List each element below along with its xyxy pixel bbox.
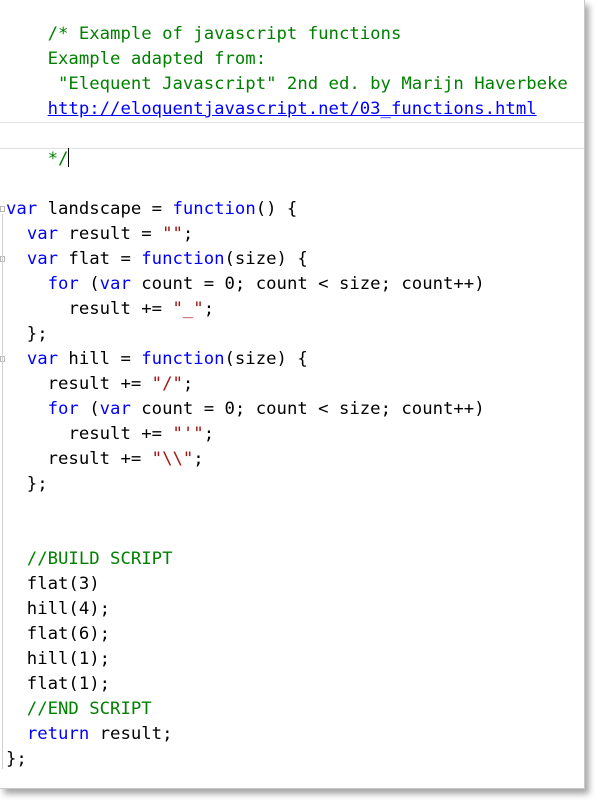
- code-line-flat-close[interactable]: };: [6, 322, 48, 347]
- code-line-6[interactable]: */: [6, 122, 70, 169]
- identifier: hill =: [58, 349, 142, 369]
- semicolon: ;: [193, 449, 204, 469]
- statement: result +=: [47, 374, 152, 394]
- code-line-hill-3[interactable]: result += "\\";: [6, 447, 204, 472]
- code-line-3[interactable]: "Elequent Javascript" 2nd ed. by Marijn …: [6, 47, 568, 94]
- code-line-4[interactable]: http://eloquentjavascript.net/03_functio…: [6, 72, 537, 119]
- code-line-hill-1[interactable]: result += "/";: [6, 372, 194, 397]
- close-brace: };: [6, 474, 48, 494]
- function-call: hill(1);: [6, 649, 111, 669]
- function-call: flat(3): [6, 574, 100, 594]
- params: (size) {: [224, 249, 308, 269]
- current-line-highlight: [0, 122, 584, 149]
- function-call: hill(4);: [6, 599, 111, 619]
- keyword-function: function: [141, 249, 225, 269]
- code-line-hill-for[interactable]: for (var count = 0; count < size; count+…: [6, 397, 485, 422]
- keyword-for: for: [47, 399, 79, 419]
- code-line-flat-for[interactable]: for (var count = 0; count < size; count+…: [6, 272, 485, 297]
- params: (size) {: [224, 349, 308, 369]
- function-call: flat(6);: [6, 624, 111, 644]
- params: () {: [255, 199, 298, 219]
- identifier: result =: [58, 224, 163, 244]
- code-line-call-3[interactable]: flat(6);: [6, 622, 110, 647]
- code-editor[interactable]: /* Example of javascript functions Examp…: [0, 0, 585, 789]
- semicolon: ;: [182, 374, 194, 394]
- comment-text: //BUILD SCRIPT: [6, 549, 173, 569]
- code-line-result-decl[interactable]: var result = "";: [6, 222, 193, 247]
- function-call: flat(1);: [6, 674, 111, 694]
- code-line-end-comment[interactable]: //END SCRIPT: [6, 697, 152, 722]
- keyword-var: var: [26, 249, 59, 269]
- code-line-flat-body[interactable]: result += "_";: [6, 297, 214, 322]
- code-line-hill-body[interactable]: result += "'";: [6, 422, 214, 447]
- code-line-call-1[interactable]: flat(3): [6, 572, 100, 597]
- code-line-build-comment[interactable]: //BUILD SCRIPT: [6, 547, 173, 572]
- paren: (: [78, 274, 100, 294]
- code-line-return[interactable]: return result;: [6, 722, 173, 747]
- close-brace: };: [6, 324, 48, 344]
- keyword-var: var: [99, 399, 131, 419]
- semicolon: ;: [182, 224, 194, 244]
- code-line-hill-close[interactable]: };: [6, 472, 48, 497]
- keyword-var: var: [26, 349, 59, 369]
- code-line-final-close[interactable]: };: [6, 747, 27, 772]
- close-brace: };: [6, 749, 27, 769]
- loop-body: count = 0; count < size; count++): [130, 274, 485, 294]
- keyword-function: function: [141, 349, 225, 369]
- paren: (: [78, 399, 100, 419]
- code-line-call-5[interactable]: flat(1);: [6, 672, 110, 697]
- text-caret: [68, 148, 70, 167]
- comment-text: //END SCRIPT: [6, 699, 152, 719]
- code-line-call-2[interactable]: hill(4);: [6, 597, 110, 622]
- code-line-2[interactable]: Example adapted from:: [6, 22, 267, 69]
- comment-close: */: [47, 149, 69, 169]
- loop-body: count = 0; count < size; count++): [130, 399, 485, 419]
- fold-marker-landscape[interactable]: [0, 206, 5, 212]
- keyword-function: function: [172, 199, 256, 219]
- keyword-var: var: [6, 199, 38, 219]
- string-literal: "": [162, 224, 183, 244]
- string-literal: "\\": [151, 449, 194, 469]
- keyword-return: return: [26, 724, 90, 744]
- identifier: landscape =: [37, 199, 173, 219]
- statement: result +=: [47, 449, 152, 469]
- return-value: result;: [89, 724, 173, 744]
- identifier: flat =: [58, 249, 142, 269]
- fold-guide-landscape: [2, 214, 3, 769]
- code-line-flat-decl[interactable]: var flat = function(size) {: [6, 247, 308, 272]
- string-literal: "/": [151, 374, 183, 394]
- code-line-hill-decl[interactable]: var hill = function(size) {: [6, 347, 308, 372]
- keyword-var: var: [99, 274, 131, 294]
- string-literal: "_": [172, 299, 204, 319]
- semicolon: ;: [203, 424, 215, 444]
- keyword-for: for: [47, 274, 79, 294]
- string-literal: "'": [172, 424, 204, 444]
- keyword-var: var: [26, 224, 59, 244]
- semicolon: ;: [203, 299, 215, 319]
- statement: result +=: [68, 424, 173, 444]
- code-line-call-4[interactable]: hill(1);: [6, 647, 110, 672]
- statement: result +=: [68, 299, 173, 319]
- reference-link[interactable]: http://eloquentjavascript.net/03_functio…: [48, 99, 537, 119]
- code-line-1[interactable]: /* Example of javascript functions: [6, 0, 402, 44]
- code-line-landscape-decl[interactable]: var landscape = function() {: [6, 197, 297, 222]
